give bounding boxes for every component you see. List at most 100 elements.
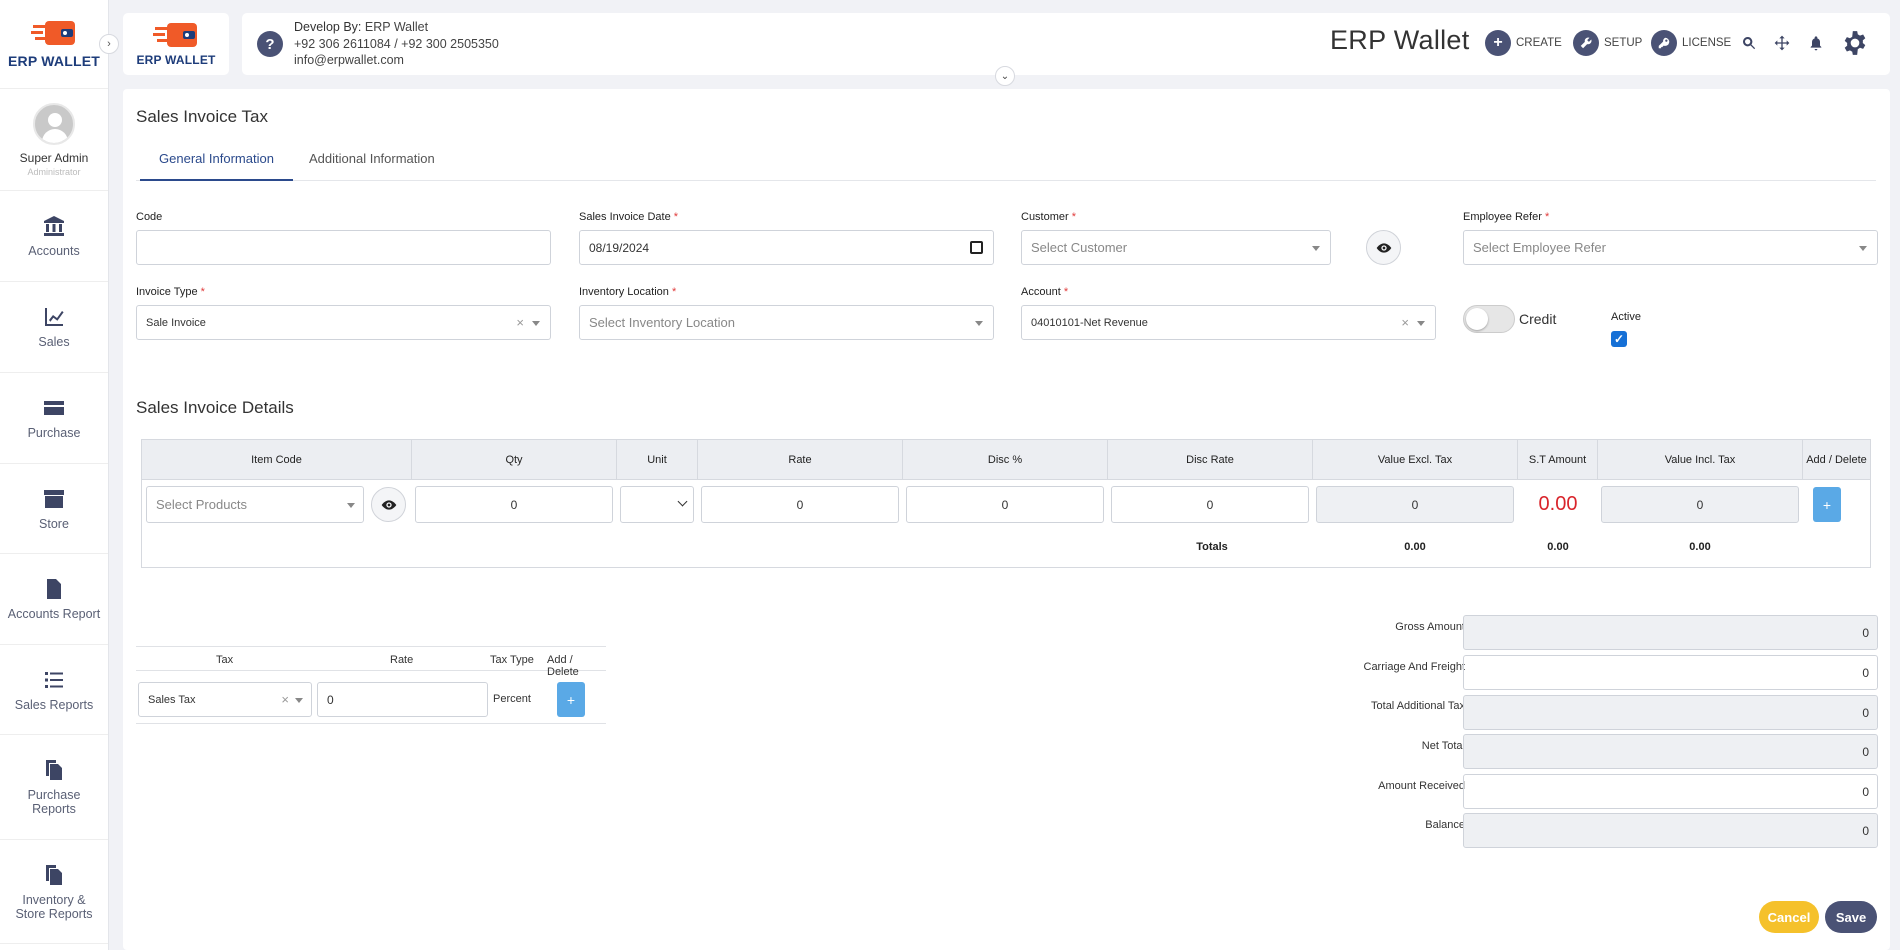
sidebar-logo[interactable]: ERP WALLET: [0, 0, 108, 89]
col-value-excl: Value Excl. Tax: [1313, 440, 1518, 480]
save-button[interactable]: Save: [1825, 901, 1877, 933]
sidebar-toggle-button[interactable]: ›: [99, 34, 119, 54]
col-item-code: Item Code: [142, 440, 412, 480]
sidebar-item-store[interactable]: Store: [0, 464, 108, 554]
chevron-down-icon: [347, 503, 355, 508]
sidebar-item-label: Purchase Reports: [27, 788, 81, 816]
col-unit: Unit: [617, 440, 698, 480]
sidebar: ERP WALLET Super Admin Administrator Acc…: [0, 0, 109, 950]
add-tax-button[interactable]: +: [557, 682, 585, 717]
invoice-type-label: Invoice Type *: [136, 286, 205, 298]
sidebar-item-sales[interactable]: Sales: [0, 282, 108, 373]
clear-icon[interactable]: ×: [1401, 315, 1409, 330]
tax-type-value: Percent: [493, 693, 531, 705]
divider: [136, 723, 606, 724]
view-customer-button[interactable]: [1366, 230, 1401, 265]
amount-received-field[interactable]: 0: [1463, 774, 1878, 809]
inventory-location-select[interactable]: Select Inventory Location: [579, 305, 994, 340]
active-checkbox[interactable]: ✓: [1611, 331, 1627, 347]
table-header: Item Code Qty Unit Rate Disc % Disc Rate…: [142, 440, 1870, 480]
view-product-button[interactable]: [371, 487, 406, 522]
col-disc-pct: Disc %: [903, 440, 1108, 480]
chevron-down-icon: [295, 698, 303, 703]
developer-name: ERP Wallet: [364, 20, 429, 34]
toggle-knob: [1466, 308, 1488, 330]
credit-label: Credit: [1519, 311, 1557, 327]
tab-general-information[interactable]: General Information: [140, 151, 293, 181]
unit-select[interactable]: [620, 486, 694, 523]
active-label: Active: [1611, 311, 1641, 323]
clear-icon[interactable]: ×: [516, 315, 524, 330]
sidebar-item-accounts[interactable]: Accounts: [0, 191, 108, 282]
totals-label: Totals: [1196, 541, 1228, 553]
employee-placeholder: Select Employee Refer: [1473, 240, 1606, 255]
tax-select[interactable]: Sales Tax ×: [138, 682, 312, 717]
add-row-button[interactable]: +: [1813, 487, 1841, 522]
col-tax-add-delete: Add / Delete: [547, 654, 579, 678]
credit-toggle[interactable]: [1463, 305, 1515, 333]
create-button[interactable]: + CREATE: [1485, 30, 1562, 56]
col-tax: Tax: [216, 654, 234, 666]
sidebar-item-label: Accounts Report: [7, 607, 101, 621]
code-field[interactable]: [136, 230, 551, 265]
chevron-down-icon: [975, 321, 983, 326]
col-rate: Rate: [698, 440, 903, 480]
clear-icon[interactable]: ×: [281, 692, 289, 707]
sidebar-item-sales-reports[interactable]: Sales Reports: [0, 645, 108, 735]
sidebar-item-label: Sales Reports: [14, 697, 94, 712]
bell-icon[interactable]: [1805, 32, 1827, 54]
sidebar-item-inventory-store-reports[interactable]: Inventory & Store Reports: [0, 840, 108, 944]
sidebar-item-purchase-reports[interactable]: Purchase Reports: [0, 735, 108, 840]
main-content: Sales Invoice Tax General Information Ad…: [123, 89, 1890, 950]
header-collapse-button[interactable]: ⌄: [995, 66, 1015, 86]
setup-button[interactable]: SETUP: [1573, 30, 1642, 56]
cancel-button[interactable]: Cancel: [1759, 901, 1819, 933]
product-select[interactable]: Select Products: [146, 486, 364, 523]
qty-field[interactable]: 0: [415, 486, 613, 523]
eye-icon: [381, 499, 396, 510]
chevron-down-icon: [1312, 246, 1320, 251]
total-additional-tax-label: Total Additional Tax: [1371, 700, 1465, 712]
tax-rate-field[interactable]: 0: [317, 682, 488, 717]
help-button[interactable]: ?: [257, 31, 283, 57]
tabs: General Information Additional Informati…: [136, 137, 1876, 181]
gear-icon[interactable]: [1840, 28, 1870, 58]
col-value-incl: Value Incl. Tax: [1598, 440, 1803, 480]
avatar: [33, 102, 75, 145]
col-st-amount: S.T Amount: [1518, 440, 1598, 480]
sidebar-item-label: Purchase: [27, 426, 81, 440]
license-button[interactable]: LICENSE: [1651, 30, 1731, 56]
card-icon: [44, 401, 64, 415]
inventory-location-placeholder: Select Inventory Location: [589, 315, 735, 330]
search-icon[interactable]: [1738, 32, 1760, 54]
tab-additional-information[interactable]: Additional Information: [309, 151, 435, 166]
chevron-down-icon: [532, 321, 540, 326]
fullscreen-icon[interactable]: [1771, 32, 1793, 54]
account-label: Account *: [1021, 286, 1069, 298]
developer-info: Develop By: ERP Wallet +92 306 2611084 /…: [294, 19, 499, 69]
chart-icon: [45, 308, 64, 326]
customer-select[interactable]: Select Customer: [1021, 230, 1331, 265]
invoice-type-select[interactable]: Sale Invoice ×: [136, 305, 551, 340]
sidebar-item-label: Store: [39, 516, 69, 531]
col-tax-rate: Rate: [390, 654, 414, 666]
carriage-freight-label: Carriage And Freight: [1363, 661, 1466, 673]
code-label: Code: [136, 211, 163, 223]
rate-field[interactable]: 0: [701, 486, 899, 523]
key-icon: [1651, 30, 1677, 56]
invoice-date-field[interactable]: 08/19/2024: [579, 230, 994, 265]
sidebar-item-purchase[interactable]: Purchase: [0, 373, 108, 464]
calendar-icon[interactable]: [970, 241, 983, 254]
disc-pct-field[interactable]: 0: [906, 486, 1104, 523]
net-total-field: 0: [1463, 734, 1878, 769]
employee-select[interactable]: Select Employee Refer: [1463, 230, 1878, 265]
disc-rate-field[interactable]: 0: [1111, 486, 1309, 523]
col-add-delete: Add / Delete: [1806, 454, 1867, 466]
carriage-freight-field[interactable]: 0: [1463, 655, 1878, 690]
header-logo[interactable]: ERP WALLET: [123, 13, 229, 75]
chevron-down-icon: [1859, 246, 1867, 251]
sidebar-item-accounts-report[interactable]: Accounts Report: [0, 554, 108, 645]
app-title: ERP Wallet: [1330, 25, 1470, 55]
account-select[interactable]: 04010101-Net Revenue ×: [1021, 305, 1436, 340]
user-profile[interactable]: Super Admin Administrator: [0, 89, 108, 191]
